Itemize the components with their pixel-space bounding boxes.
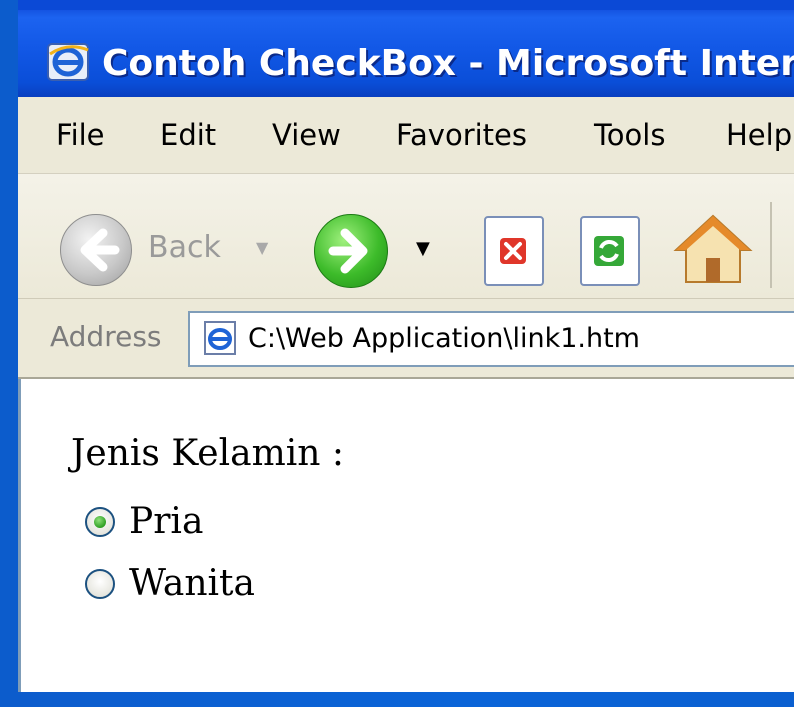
forward-dropdown-icon[interactable]: ▼ [416, 238, 430, 259]
title-bar: Contoh CheckBox - Microsoft Interr [18, 0, 794, 97]
stop-icon [500, 238, 526, 264]
radio-label-wanita: Wanita [129, 563, 255, 604]
back-label[interactable]: Back [148, 226, 221, 270]
back-arrow-icon [80, 228, 120, 272]
page-icon [204, 321, 236, 355]
radio-label-pria: Pria [129, 501, 204, 542]
menu-help[interactable]: Help [726, 115, 792, 155]
window-title: Contoh CheckBox - Microsoft Interr [102, 43, 794, 84]
refresh-button[interactable] [580, 216, 640, 286]
page-content: Jenis Kelamin : Pria Wanita [18, 379, 794, 692]
back-dropdown-icon[interactable]: ▼ [256, 238, 268, 257]
menu-view[interactable]: View [272, 115, 341, 155]
menu-tools[interactable]: Tools [594, 115, 665, 155]
radio-button-unchecked[interactable] [85, 569, 115, 599]
gender-label: Jenis Kelamin : [71, 433, 344, 474]
title-bar-edge [18, 0, 794, 10]
home-icon [673, 214, 753, 283]
address-value: C:\Web Application\link1.htm [248, 323, 640, 354]
back-button[interactable] [60, 214, 132, 286]
menu-favorites[interactable]: Favorites [396, 115, 527, 155]
radio-dot [94, 516, 106, 528]
forward-button[interactable] [314, 214, 388, 288]
menu-bar: File Edit View Favorites Tools Help [18, 97, 794, 174]
internet-explorer-icon [47, 43, 89, 81]
menu-edit[interactable]: Edit [160, 115, 216, 155]
toolbar: Back ▼ ▼ [18, 174, 794, 299]
browser-window: Contoh CheckBox - Microsoft Interr File … [18, 0, 794, 692]
address-label: Address [50, 320, 162, 353]
toolbar-separator [770, 202, 772, 288]
stop-button[interactable] [484, 216, 544, 286]
radio-button-checked[interactable] [85, 507, 115, 537]
forward-arrow-icon [328, 228, 368, 274]
address-input[interactable]: C:\Web Application\link1.htm [188, 311, 794, 367]
refresh-icon [594, 236, 624, 266]
home-button[interactable] [672, 210, 754, 288]
menu-file[interactable]: File [56, 115, 105, 155]
address-bar: Address C:\Web Application\link1.htm [18, 299, 794, 379]
